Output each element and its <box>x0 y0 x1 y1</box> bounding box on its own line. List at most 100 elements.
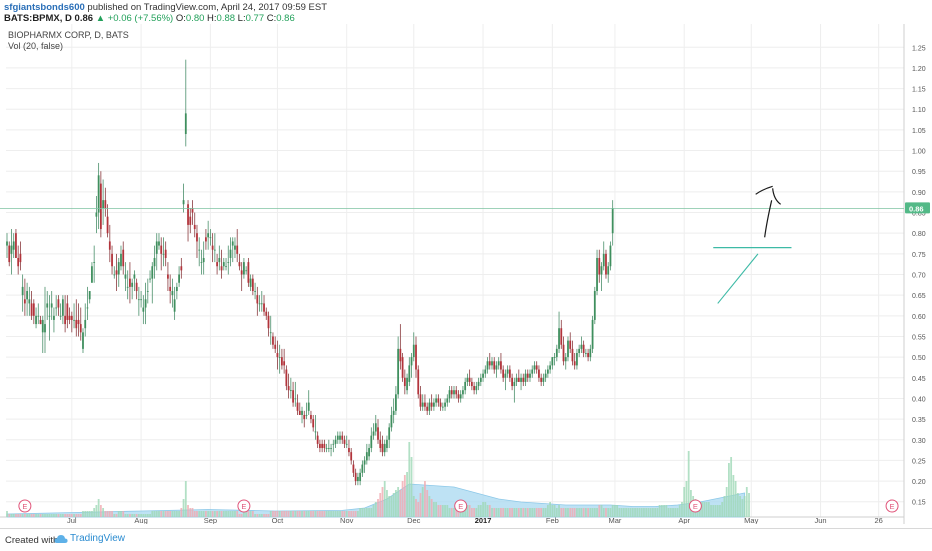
candle-body <box>522 377 525 382</box>
volume-bar <box>332 511 335 517</box>
volume-bar <box>533 508 536 517</box>
x-tick-label: Nov <box>340 516 354 524</box>
candle-body <box>162 253 165 255</box>
volume-bar <box>368 508 370 517</box>
volume-bar <box>674 508 677 517</box>
candle-body <box>122 249 125 267</box>
candle-body <box>146 291 149 292</box>
price-chart[interactable]: E E E E E 1.25 1.20 1.15 1.10 1.05 1.00 0.95 0.90 0.… <box>0 24 932 525</box>
volume-bar <box>149 514 151 517</box>
volume-bar <box>403 475 406 517</box>
volume-bar <box>227 511 230 517</box>
volume-bar <box>526 508 529 517</box>
volume-bar <box>193 511 196 517</box>
published-text: published on TradingView.com, April 24, … <box>87 2 328 13</box>
candle-body <box>553 357 556 358</box>
candle-body <box>50 303 53 308</box>
candle-body <box>97 175 100 213</box>
volume-bar <box>370 508 373 517</box>
candle-body <box>500 361 502 370</box>
candle-body <box>267 315 270 329</box>
candle-body <box>276 353 279 358</box>
volume-bar <box>164 511 167 517</box>
volume-bar <box>305 511 308 517</box>
candle-body <box>17 257 20 267</box>
candle-body <box>238 262 241 267</box>
volume-bar <box>656 508 659 517</box>
volume-bar <box>283 511 286 517</box>
volume-bar <box>567 508 569 517</box>
candle-body <box>573 361 576 366</box>
chart-header: sfgiantsbonds600 published on TradingVie… <box>4 2 924 24</box>
publish-line: sfgiantsbonds600 published on TradingVie… <box>4 2 924 13</box>
candle-body <box>567 340 569 358</box>
candle-body <box>549 365 552 370</box>
volume-bar <box>730 457 733 517</box>
volume-bar <box>189 508 192 517</box>
volume-bar <box>258 514 261 517</box>
volume-bar <box>410 457 413 517</box>
volume-bar <box>91 511 93 517</box>
volume-bar <box>716 505 719 517</box>
candle-body <box>10 245 13 254</box>
candle-body <box>102 200 105 209</box>
candle-body <box>551 357 554 366</box>
chart-area[interactable]: E E E E E 1.25 1.20 1.15 1.10 1.05 1.00 0.95 0.90 0.… <box>0 24 932 525</box>
volume-bar <box>417 502 420 517</box>
volume-bar <box>571 508 574 517</box>
volume-bar <box>542 508 545 517</box>
candle-body <box>55 307 58 309</box>
candle-body <box>350 452 353 461</box>
arrow-head-right <box>772 188 782 205</box>
candle-body <box>339 435 341 440</box>
volume-bar <box>470 508 473 517</box>
candle-body <box>475 386 478 391</box>
last-price: 0.86 <box>74 13 94 24</box>
candle-body <box>73 319 75 321</box>
last-price-tag: 0.86 <box>905 202 930 214</box>
candle-body <box>191 208 194 213</box>
candle-body <box>491 361 493 366</box>
candle-body <box>524 373 527 382</box>
volume-bars <box>6 442 750 517</box>
candle-body <box>457 394 460 399</box>
candle-body <box>68 315 71 320</box>
candle-body <box>305 414 308 416</box>
candle-body <box>455 390 458 395</box>
volume-bar <box>229 511 232 517</box>
volume-bar <box>122 511 125 517</box>
price-change: ▲ +0.06 (+7.56%) <box>95 13 174 24</box>
volume-bar <box>719 505 721 517</box>
candle-body <box>178 274 180 283</box>
candle-body <box>348 448 350 453</box>
candle-body <box>93 262 96 263</box>
candle-body <box>115 270 118 275</box>
candle-body <box>605 253 607 275</box>
candle-body <box>314 431 317 433</box>
x-tick-label: Apr <box>678 516 690 524</box>
volume-bar <box>316 511 319 517</box>
volume-bar <box>365 508 368 517</box>
candle-body <box>453 390 455 395</box>
volume-bar <box>535 508 538 517</box>
volume-bar <box>714 505 717 517</box>
volume-bar <box>397 487 400 517</box>
candle-body <box>462 390 464 395</box>
candle-body <box>598 257 601 275</box>
candle-body <box>412 344 415 358</box>
volume-bar <box>497 508 500 517</box>
author-link[interactable]: sfgiantsbonds600 <box>4 2 85 13</box>
candle-body <box>236 245 239 254</box>
volume-bar <box>377 499 379 517</box>
user-drawings[interactable] <box>0 185 904 304</box>
tradingview-brand[interactable]: TradingView <box>70 533 125 544</box>
candle-body <box>234 245 236 250</box>
volume-bar <box>363 508 366 517</box>
candle-body <box>247 262 250 283</box>
volume-bar <box>86 511 89 517</box>
volume-bar <box>426 490 429 517</box>
volume-bar <box>412 496 415 517</box>
candle-body <box>175 286 178 292</box>
volume-bar <box>220 511 223 517</box>
candle-body <box>180 266 183 271</box>
